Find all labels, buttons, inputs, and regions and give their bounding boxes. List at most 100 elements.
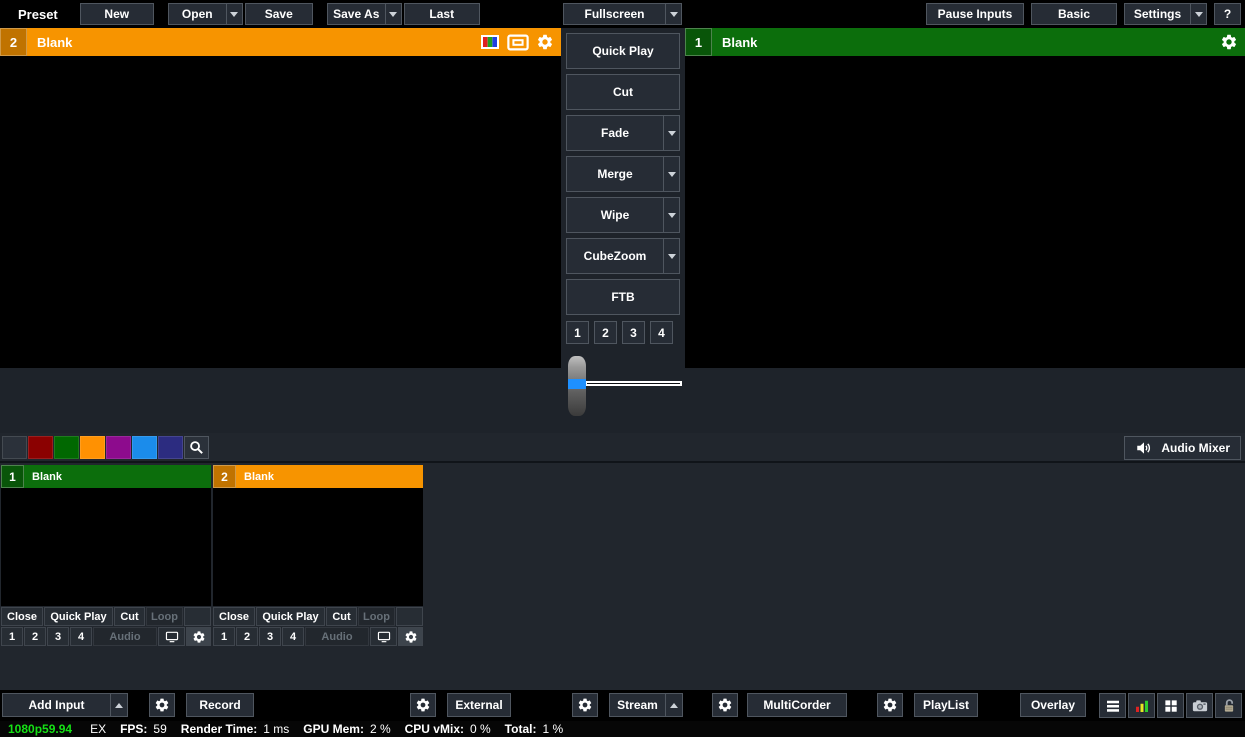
input-1-close-button[interactable]: Close xyxy=(1,607,43,626)
input-2-settings-button[interactable] xyxy=(398,627,423,646)
cubezoom-label[interactable]: CubeZoom xyxy=(566,238,663,274)
input-1-settings-button[interactable] xyxy=(186,627,211,646)
input-1-thumbnail[interactable] xyxy=(1,488,211,606)
overlay-button[interactable]: Overlay xyxy=(1020,693,1086,717)
settings-button[interactable]: Settings xyxy=(1124,3,1190,25)
color-swatch-navy[interactable] xyxy=(158,436,183,459)
basic-button[interactable]: Basic xyxy=(1031,3,1117,25)
snapshot-button[interactable] xyxy=(1186,693,1213,718)
chevron-up-icon xyxy=(670,702,678,708)
merge-label[interactable]: Merge xyxy=(566,156,663,192)
input-1-monitor-button[interactable] xyxy=(158,627,185,646)
color-swatch-orange[interactable] xyxy=(80,436,105,459)
playlist-button[interactable]: PlayList xyxy=(914,693,978,717)
input-2-monitor-button[interactable] xyxy=(370,627,397,646)
input-2-overlay-3-button[interactable]: 3 xyxy=(259,627,281,646)
color-swatch-red[interactable] xyxy=(28,436,53,459)
chevron-down-icon xyxy=(389,11,398,17)
preview-header[interactable]: 2 Blank xyxy=(0,28,561,56)
stream-dropdown-button[interactable] xyxy=(665,693,683,717)
input-2-header[interactable]: 2 Blank xyxy=(213,465,423,488)
fade-button: Fade xyxy=(566,115,680,151)
input-2-audio-button[interactable]: Audio xyxy=(305,627,369,646)
last-button[interactable]: Last xyxy=(403,3,480,25)
input-2-loop-button[interactable]: Loop xyxy=(358,607,395,626)
wipe-label[interactable]: Wipe xyxy=(566,197,663,233)
gear-icon[interactable] xyxy=(536,33,554,51)
fullscreen-dropdown-button[interactable] xyxy=(665,3,682,25)
overlay-1-button[interactable]: 1 xyxy=(566,321,589,344)
new-button[interactable]: New xyxy=(79,3,154,25)
input-2-close-button[interactable]: Close xyxy=(213,607,255,626)
color-swatch-none[interactable] xyxy=(2,436,27,459)
cubezoom-dropdown-button[interactable] xyxy=(663,238,680,274)
settings-dropdown-button[interactable] xyxy=(1190,3,1207,25)
open-dropdown-button[interactable] xyxy=(225,3,243,25)
ftb-button[interactable]: FTB xyxy=(566,279,680,315)
cut-button[interactable]: Cut xyxy=(566,74,680,110)
overlay-3-button[interactable]: 3 xyxy=(622,321,645,344)
add-input-button[interactable]: Add Input xyxy=(2,693,110,717)
audio-mixer-label: Audio Mixer xyxy=(1161,441,1230,455)
tbar-track[interactable] xyxy=(585,381,682,386)
add-input-dropdown-button[interactable] xyxy=(110,693,128,717)
overlay-4-button[interactable]: 4 xyxy=(650,321,673,344)
external-settings-button[interactable] xyxy=(410,693,436,717)
input-1-header[interactable]: 1 Blank xyxy=(1,465,211,488)
save-as-dropdown-button[interactable] xyxy=(384,3,402,25)
input-1-audio-button[interactable]: Audio xyxy=(93,627,157,646)
program-video-area[interactable] xyxy=(685,56,1245,368)
input-2-filler-cell xyxy=(396,607,423,626)
input-2-overlay-4-button[interactable]: 4 xyxy=(282,627,304,646)
input-1-overlay-1-button[interactable]: 1 xyxy=(1,627,23,646)
color-swatch-green[interactable] xyxy=(54,436,79,459)
fullscreen-button[interactable]: Fullscreen xyxy=(563,3,665,25)
fade-label[interactable]: Fade xyxy=(566,115,663,151)
help-button[interactable]: ? xyxy=(1214,3,1241,25)
multicorder-settings-button[interactable] xyxy=(712,693,738,717)
overlay-2-button[interactable]: 2 xyxy=(594,321,617,344)
performance-chart-button[interactable] xyxy=(1128,693,1155,718)
search-button[interactable] xyxy=(184,436,209,459)
save-as-button[interactable]: Save As xyxy=(326,3,385,25)
fade-dropdown-button[interactable] xyxy=(663,115,680,151)
input-2-quick-play-button[interactable]: Quick Play xyxy=(256,607,325,626)
lock-button[interactable] xyxy=(1215,693,1242,718)
color-swatch-blue[interactable] xyxy=(132,436,157,459)
multiview-button[interactable] xyxy=(1157,693,1184,718)
input-1-overlay-3-button[interactable]: 3 xyxy=(47,627,69,646)
record-button[interactable]: Record xyxy=(186,693,254,717)
audio-mixer-button[interactable]: Audio Mixer xyxy=(1124,436,1241,460)
multicorder-button[interactable]: MultiCorder xyxy=(747,693,847,717)
preview-video-area[interactable] xyxy=(0,56,561,368)
input-1-loop-button[interactable]: Loop xyxy=(146,607,183,626)
color-swatch-purple[interactable] xyxy=(106,436,131,459)
external-button[interactable]: External xyxy=(447,693,511,717)
input-2-overlay-2-button[interactable]: 2 xyxy=(236,627,258,646)
color-bars-icon[interactable] xyxy=(480,34,500,50)
input-1-cut-button[interactable]: Cut xyxy=(114,607,145,626)
stream-settings-button[interactable] xyxy=(572,693,598,717)
pause-inputs-button[interactable]: Pause Inputs xyxy=(926,3,1024,25)
merge-dropdown-button[interactable] xyxy=(663,156,680,192)
playlist-settings-button[interactable] xyxy=(877,693,903,717)
render-time-label: Render Time: xyxy=(180,722,258,736)
input-1-overlay-4-button[interactable]: 4 xyxy=(70,627,92,646)
fullscreen-display-icon[interactable] xyxy=(507,34,529,51)
tbar-handle[interactable] xyxy=(568,356,586,416)
quick-play-button[interactable]: Quick Play xyxy=(566,33,680,69)
save-button[interactable]: Save xyxy=(244,3,313,25)
stream-button[interactable]: Stream xyxy=(609,693,665,717)
open-button[interactable]: Open xyxy=(167,3,226,25)
input-1-quick-play-button[interactable]: Quick Play xyxy=(44,607,113,626)
program-header[interactable]: 1 Blank xyxy=(685,28,1245,56)
gear-icon[interactable] xyxy=(1220,33,1238,51)
wipe-dropdown-button[interactable] xyxy=(663,197,680,233)
input-2-overlay-1-button[interactable]: 1 xyxy=(213,627,235,646)
menu-button[interactable] xyxy=(1099,693,1126,718)
input-2-cut-button[interactable]: Cut xyxy=(326,607,357,626)
input-1-overlay-2-button[interactable]: 2 xyxy=(24,627,46,646)
input-2-thumbnail[interactable] xyxy=(213,488,423,606)
record-settings-button[interactable] xyxy=(149,693,175,717)
gear-icon xyxy=(415,697,431,713)
